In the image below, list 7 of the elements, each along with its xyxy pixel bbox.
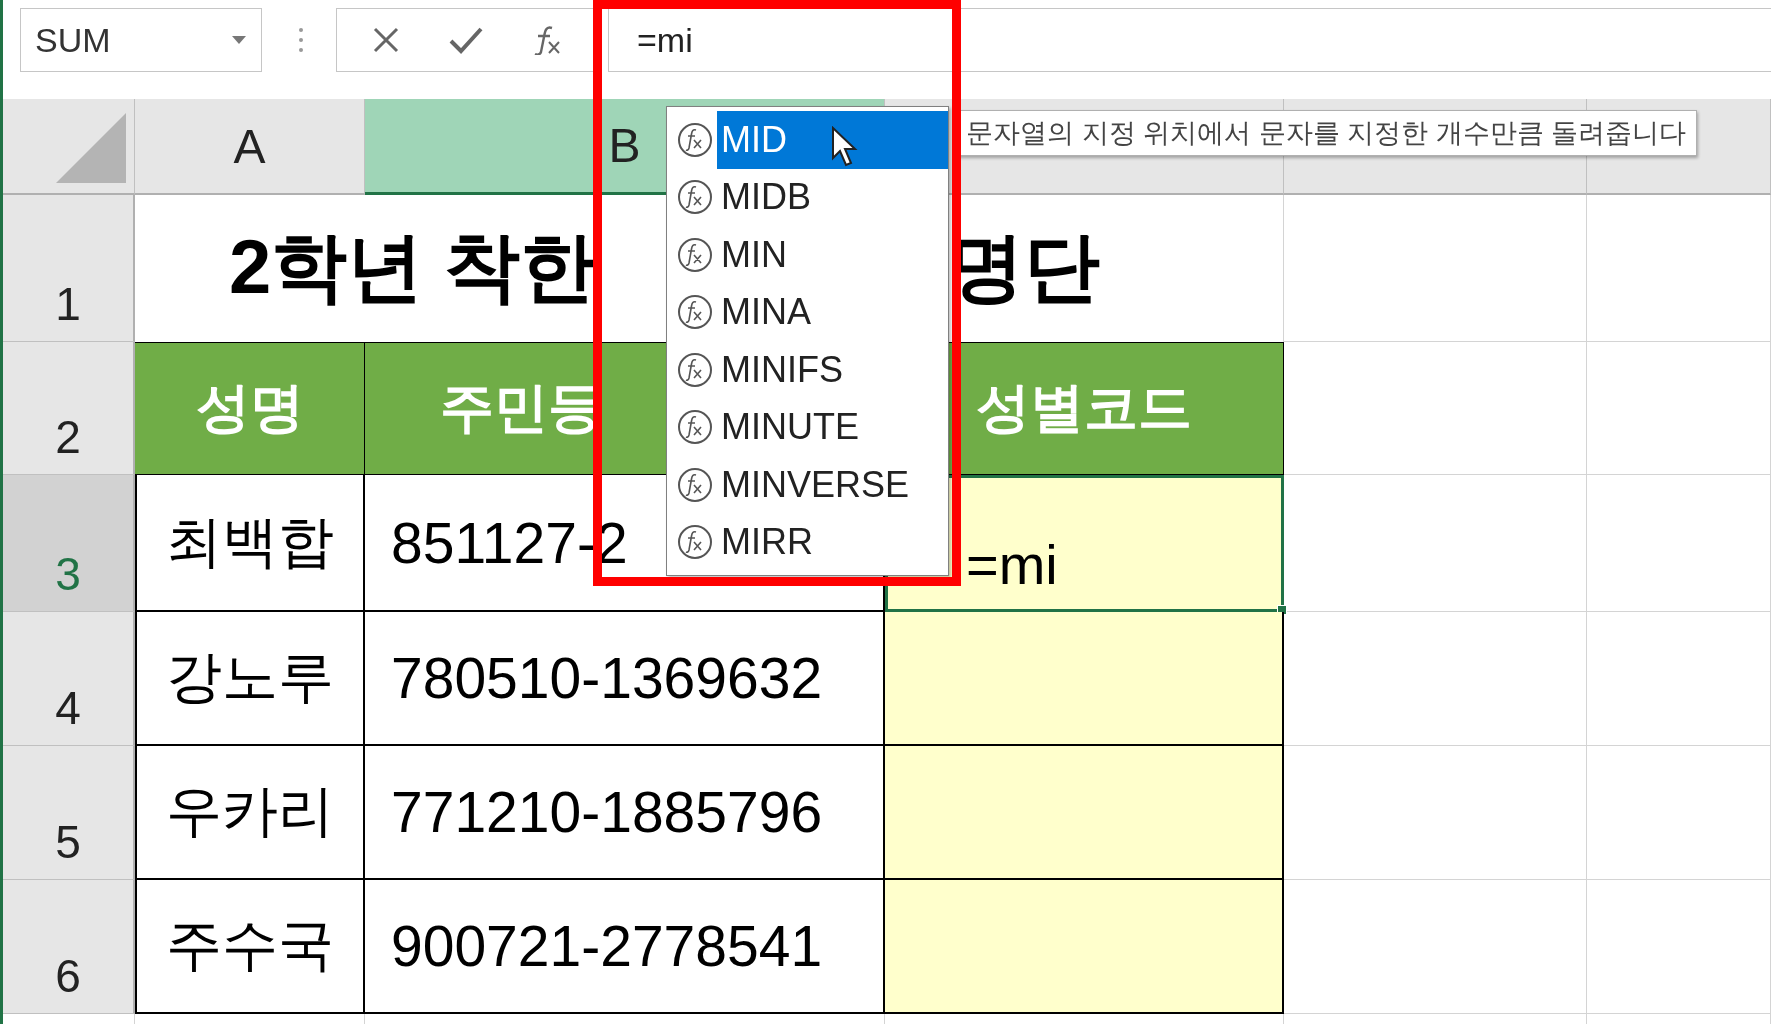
table-cell: 우카리: [135, 746, 365, 880]
table-cell: 강노루: [135, 612, 365, 746]
sheet-title: 명단: [948, 223, 1101, 311]
column-heading: 성명: [135, 342, 365, 475]
sheet-title: 2학년 착한: [229, 223, 597, 311]
table-cell: 최백합: [135, 475, 365, 612]
table-cell: 주수국: [135, 880, 365, 1014]
